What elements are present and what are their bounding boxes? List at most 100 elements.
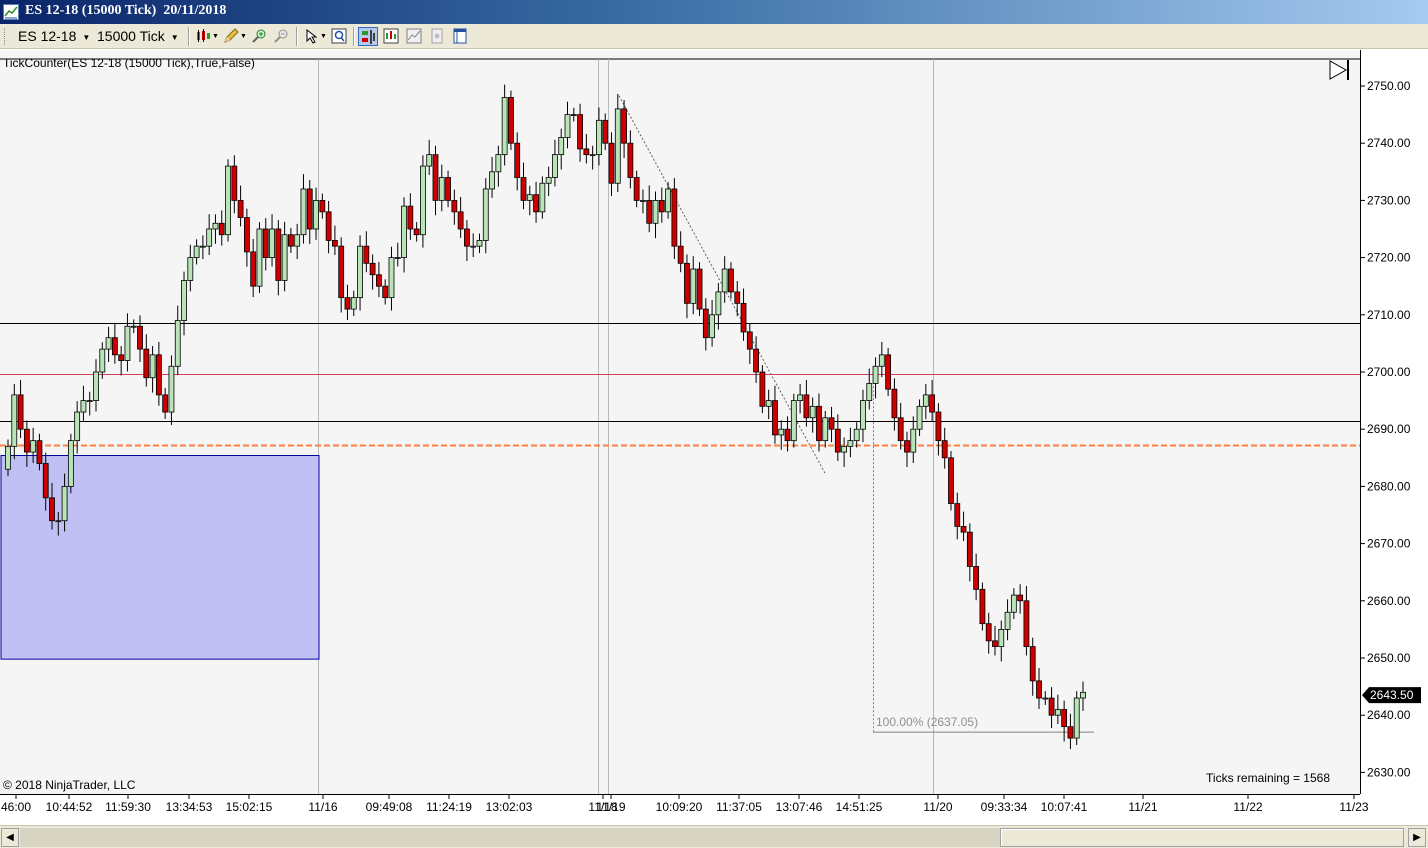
time-tick-label: 11/23 — [1339, 800, 1368, 814]
toolbar-separator — [296, 27, 298, 46]
candle-body — [5, 445, 11, 470]
candle-body — [457, 211, 464, 230]
scroll-track[interactable] — [20, 828, 1000, 847]
candle-body — [300, 188, 307, 236]
properties-button[interactable] — [450, 27, 470, 46]
candle-body — [231, 165, 238, 201]
candle-body — [539, 182, 546, 213]
price-tick-label: 2730.00 — [1367, 193, 1411, 207]
candle-body — [319, 199, 326, 213]
candle-body — [916, 405, 923, 430]
time-tick-label: 11/21 — [1128, 800, 1157, 814]
indicators-icon — [383, 28, 399, 44]
candle-body — [61, 485, 68, 522]
price-tick-label: 2650.00 — [1367, 651, 1411, 665]
instrument-selector[interactable]: ES 12-18 ▼ — [18, 27, 90, 46]
candle-body — [570, 114, 577, 116]
candle-body — [11, 394, 18, 447]
candle-body — [49, 497, 55, 522]
candle-body — [671, 188, 678, 247]
zone-rectangle[interactable] — [0, 455, 320, 660]
candle-body — [23, 428, 30, 453]
fib-label: 100.00% (2637.05) — [876, 715, 978, 729]
toolbar-separator — [188, 27, 190, 46]
candle-body — [577, 114, 583, 150]
interval-selector[interactable]: 15000 Tick ▼ — [97, 27, 179, 46]
candle — [885, 347, 892, 397]
strategies-button[interactable] — [404, 27, 424, 46]
candle-body — [124, 325, 131, 361]
candle-body — [690, 268, 697, 304]
candle-body — [828, 417, 835, 430]
candle-body — [111, 337, 118, 356]
chevron-down-icon[interactable]: ▼ — [320, 33, 327, 40]
scroll-thumb[interactable] — [1000, 828, 1404, 847]
candle-body — [489, 171, 495, 190]
snapshot-button[interactable] — [427, 27, 447, 46]
candle-body — [784, 428, 791, 442]
candle-body — [853, 428, 860, 442]
time-tick-label: 46:00 — [1, 800, 31, 814]
candle-body — [910, 428, 917, 453]
instrument-label: ES 12-18 — [18, 28, 77, 44]
candle-body — [545, 177, 552, 184]
candle-body — [501, 97, 508, 156]
candle-body — [420, 165, 426, 236]
candle-body — [1054, 709, 1061, 716]
chart-style-button[interactable] — [193, 27, 213, 46]
candle-body — [992, 640, 998, 647]
zoom-out-icon — [274, 29, 288, 43]
candle-body — [1080, 691, 1086, 699]
chevron-down-icon[interactable]: ▼ — [240, 33, 247, 40]
candle-body — [922, 394, 929, 407]
time-tick-label: 11:24:19 — [426, 800, 472, 814]
candle-body — [118, 354, 125, 361]
candle — [420, 155, 426, 248]
candle-body — [721, 268, 728, 293]
chart-app-icon — [3, 4, 19, 20]
candle-body — [715, 291, 722, 316]
candle-body — [250, 251, 257, 287]
order-panel-button[interactable] — [358, 27, 378, 46]
scroll-right-icon[interactable]: ▶ — [1408, 828, 1426, 847]
price-chart[interactable]: 100.00% (2637.05) 2750.00 2740.00 2730.00 2… — [0, 50, 1428, 825]
magnifier-button[interactable] — [329, 27, 349, 46]
candle-body — [243, 217, 250, 253]
horizontal-scrollbar[interactable]: ◀ ▶ — [0, 825, 1428, 848]
magnifier-icon — [331, 28, 347, 44]
chevron-down-icon[interactable]: ▼ — [212, 33, 219, 40]
scroll-left-icon[interactable]: ◀ — [1, 828, 19, 847]
properties-icon — [453, 28, 467, 44]
candle-body — [1048, 697, 1055, 716]
zoom-out-button[interactable] — [271, 27, 291, 46]
candle-body — [287, 234, 294, 247]
time-tick-label: 10:07:41 — [1041, 800, 1088, 814]
candle-body — [816, 405, 822, 442]
candle-body — [954, 503, 961, 527]
price-tick-label: 2700.00 — [1367, 365, 1411, 379]
drawing-tools-button[interactable] — [221, 27, 241, 46]
candle-body — [633, 177, 640, 201]
chart-canvas[interactable]: 100.00% (2637.05) 2750.00 2740.00 2730.00 2… — [0, 50, 1428, 825]
candle-body — [589, 154, 596, 157]
toolbar-grip[interactable] — [4, 28, 7, 45]
chart-toolbar: ES 12-18 ▼ 15000 Tick ▼ ▼ ▼ ▼ — [0, 24, 1428, 49]
candle-body — [646, 199, 653, 224]
candle-body — [86, 400, 93, 403]
time-tick-label: 14:51:25 — [836, 800, 883, 814]
candle-body — [897, 417, 904, 442]
candle-body — [1023, 600, 1030, 647]
candlestick-icon — [197, 29, 210, 42]
candle-body — [1010, 594, 1017, 613]
indicators-button[interactable] — [381, 27, 401, 46]
zoom-in-button[interactable] — [249, 27, 269, 46]
candle-body — [67, 440, 74, 487]
candle-body — [514, 142, 521, 178]
candle-body — [464, 228, 470, 247]
cursor-button[interactable] — [302, 27, 322, 46]
candle-body — [1061, 709, 1068, 728]
candle-body — [627, 142, 634, 178]
toolbar-separator — [353, 27, 355, 46]
candle-body — [369, 262, 376, 276]
candle-body — [451, 199, 458, 213]
